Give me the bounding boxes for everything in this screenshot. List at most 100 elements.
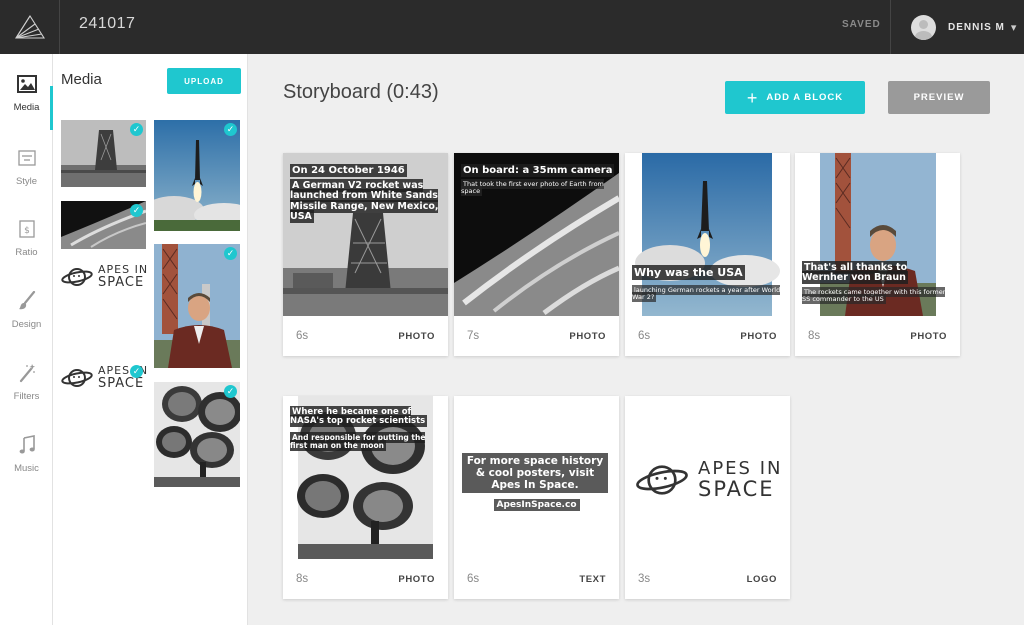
block-duration: 6s [638,330,651,342]
block-logo-preview: APES IN SPACE [625,396,790,559]
block-caption-title: Where he became one of NASA's top rocket… [290,406,428,428]
user-menu[interactable]: DENNIS M ▾ [890,0,1024,54]
logo-text-bottom: SPACE [98,275,145,290]
ratio-icon: $ [18,217,35,241]
block-caption-text-wrap: ApesInSpace.co [454,494,619,512]
storyboard-block[interactable]: Where he became one of NASA's top rocket… [283,396,448,599]
storyboard-block[interactable]: That's all thanks to Wernher von Braun T… [795,153,960,356]
block-caption-title: On board: a 35mm camera [461,164,615,177]
user-name: DENNIS M [948,21,1005,33]
selected-check-icon: ✓ [130,365,143,378]
block-caption-text: That took the first ever photo of Earth … [461,179,604,197]
preview-button[interactable]: PREVIEW [888,81,990,114]
block-duration: 3s [638,573,651,585]
brush-icon [18,289,36,313]
toolbar-item-filters[interactable]: Filters [0,361,53,421]
logo-text-bottom: SPACE [98,376,145,391]
block-caption-text: A German V2 rocket was launched from Whi… [290,179,439,224]
block-image: On board: a 35mm camera That took the fi… [454,153,619,316]
logo-text-top: APES IN [698,458,783,479]
block-image: Where he became one of NASA's top rocket… [283,396,448,559]
upload-button[interactable]: UPLOAD [167,68,241,94]
block-type: PHOTO [569,331,606,342]
toolbar-item-ratio[interactable]: $ Ratio [0,217,53,277]
planet-logo-icon [636,465,688,495]
media-thumb-launch-pad[interactable]: ✓ [61,120,146,187]
block-text-preview: For more space history & cool posters, v… [454,396,619,559]
block-caption-text: The rockets came together with this form… [802,287,946,305]
block-type: PHOTO [740,331,777,342]
toolbar-label: Ratio [15,247,38,258]
plus-icon: + [746,87,759,108]
style-icon [17,146,36,170]
storyboard-block[interactable]: For more space history & cool posters, v… [454,396,619,599]
block-duration: 8s [296,573,309,585]
planet-logo-icon [61,369,93,387]
app-logo[interactable] [0,0,60,54]
toolbar-item-style[interactable]: Style [0,146,53,206]
toolbar-label: Filters [13,391,40,402]
media-thumb-logo-selected[interactable]: APES IN SPACE ✓ [61,362,151,394]
selected-check-icon: ✓ [224,385,237,398]
media-panel-title: Media [61,71,102,88]
toolbar-label: Media [13,102,40,113]
toolbar-item-music[interactable]: Music [0,433,53,493]
storyboard-block[interactable]: APES IN SPACE 3s LOGO [625,396,790,599]
logo-text-bottom: SPACE [698,477,775,501]
media-thumb-earth-photo[interactable]: ✓ [61,201,146,249]
block-caption-text: launching German rockets a year after Wo… [632,285,781,303]
block-image: On 24 October 1946 A German V2 rocket wa… [283,153,448,316]
storyboard-block[interactable]: On board: a 35mm camera That took the fi… [454,153,619,356]
block-caption-title: That's all thanks to Wernher von Braun [802,261,908,285]
block-type: LOGO [746,574,777,585]
selected-check-icon: ✓ [224,247,237,260]
media-panel: Media UPLOAD ✓ ✓ ✓ APES IN SPACE ✓ APES … [53,54,248,625]
chevron-down-icon: ▾ [1010,21,1017,34]
image-icon [16,72,37,96]
planet-logo-icon [61,268,93,286]
storyboard-area: Storyboard (0:43) + ADD A BLOCK PREVIEW … [249,54,1024,625]
media-thumb-von-braun[interactable]: ✓ [154,244,240,368]
block-type: PHOTO [910,331,947,342]
selected-check-icon: ✓ [130,123,143,136]
add-block-button[interactable]: + ADD A BLOCK [725,81,865,114]
block-type: PHOTO [398,574,435,585]
block-duration: 6s [467,573,480,585]
music-note-icon [19,433,35,457]
block-duration: 6s [296,330,309,342]
selected-check-icon: ✓ [224,123,237,136]
left-toolbar: Media Style $ Ratio Design Filters Music [0,54,53,625]
toolbar-label: Style [15,176,38,187]
block-caption-title: For more space history & cool posters, v… [462,453,608,494]
block-image: Why was the USA launching German rockets… [625,153,790,316]
block-duration: 7s [467,330,480,342]
block-type: TEXT [579,574,606,585]
block-caption-title: Why was the USA [632,265,745,280]
add-block-label: ADD A BLOCK [766,92,844,103]
toolbar-item-media[interactable]: Media [0,72,53,132]
paper-plane-logo-icon [14,14,45,39]
magic-wand-icon [18,361,36,385]
block-caption-text: And responsible for putting the first ma… [290,432,426,452]
block-duration: 8s [808,330,821,342]
avatar [911,14,936,40]
media-thumb-v2-rocket[interactable]: ✓ [154,120,240,231]
block-type: PHOTO [398,331,435,342]
toolbar-label: Music [14,463,39,474]
selected-check-icon: ✓ [130,204,143,217]
storyboard-block[interactable]: On 24 October 1946 A German V2 rocket wa… [283,153,448,356]
svg-text:$: $ [24,226,30,236]
save-status: SAVED [842,19,881,30]
block-caption-text: ApesInSpace.co [493,499,580,511]
project-title[interactable]: 241017 [79,15,135,33]
toolbar-label: Design [11,319,42,330]
block-caption-title: On 24 October 1946 [290,164,407,177]
storyboard-block[interactable]: Why was the USA launching German rockets… [625,153,790,356]
media-thumb-rocket-engines[interactable]: ✓ [154,382,240,487]
toolbar-item-design[interactable]: Design [0,289,53,349]
top-bar: 241017 SAVED DENNIS M ▾ [0,0,1024,54]
storyboard-title: Storyboard (0:43) [283,81,439,103]
logo-text-top: APES IN [98,263,149,276]
media-thumb-logo[interactable]: APES IN SPACE [61,261,151,293]
block-image: That's all thanks to Wernher von Braun T… [795,153,960,316]
